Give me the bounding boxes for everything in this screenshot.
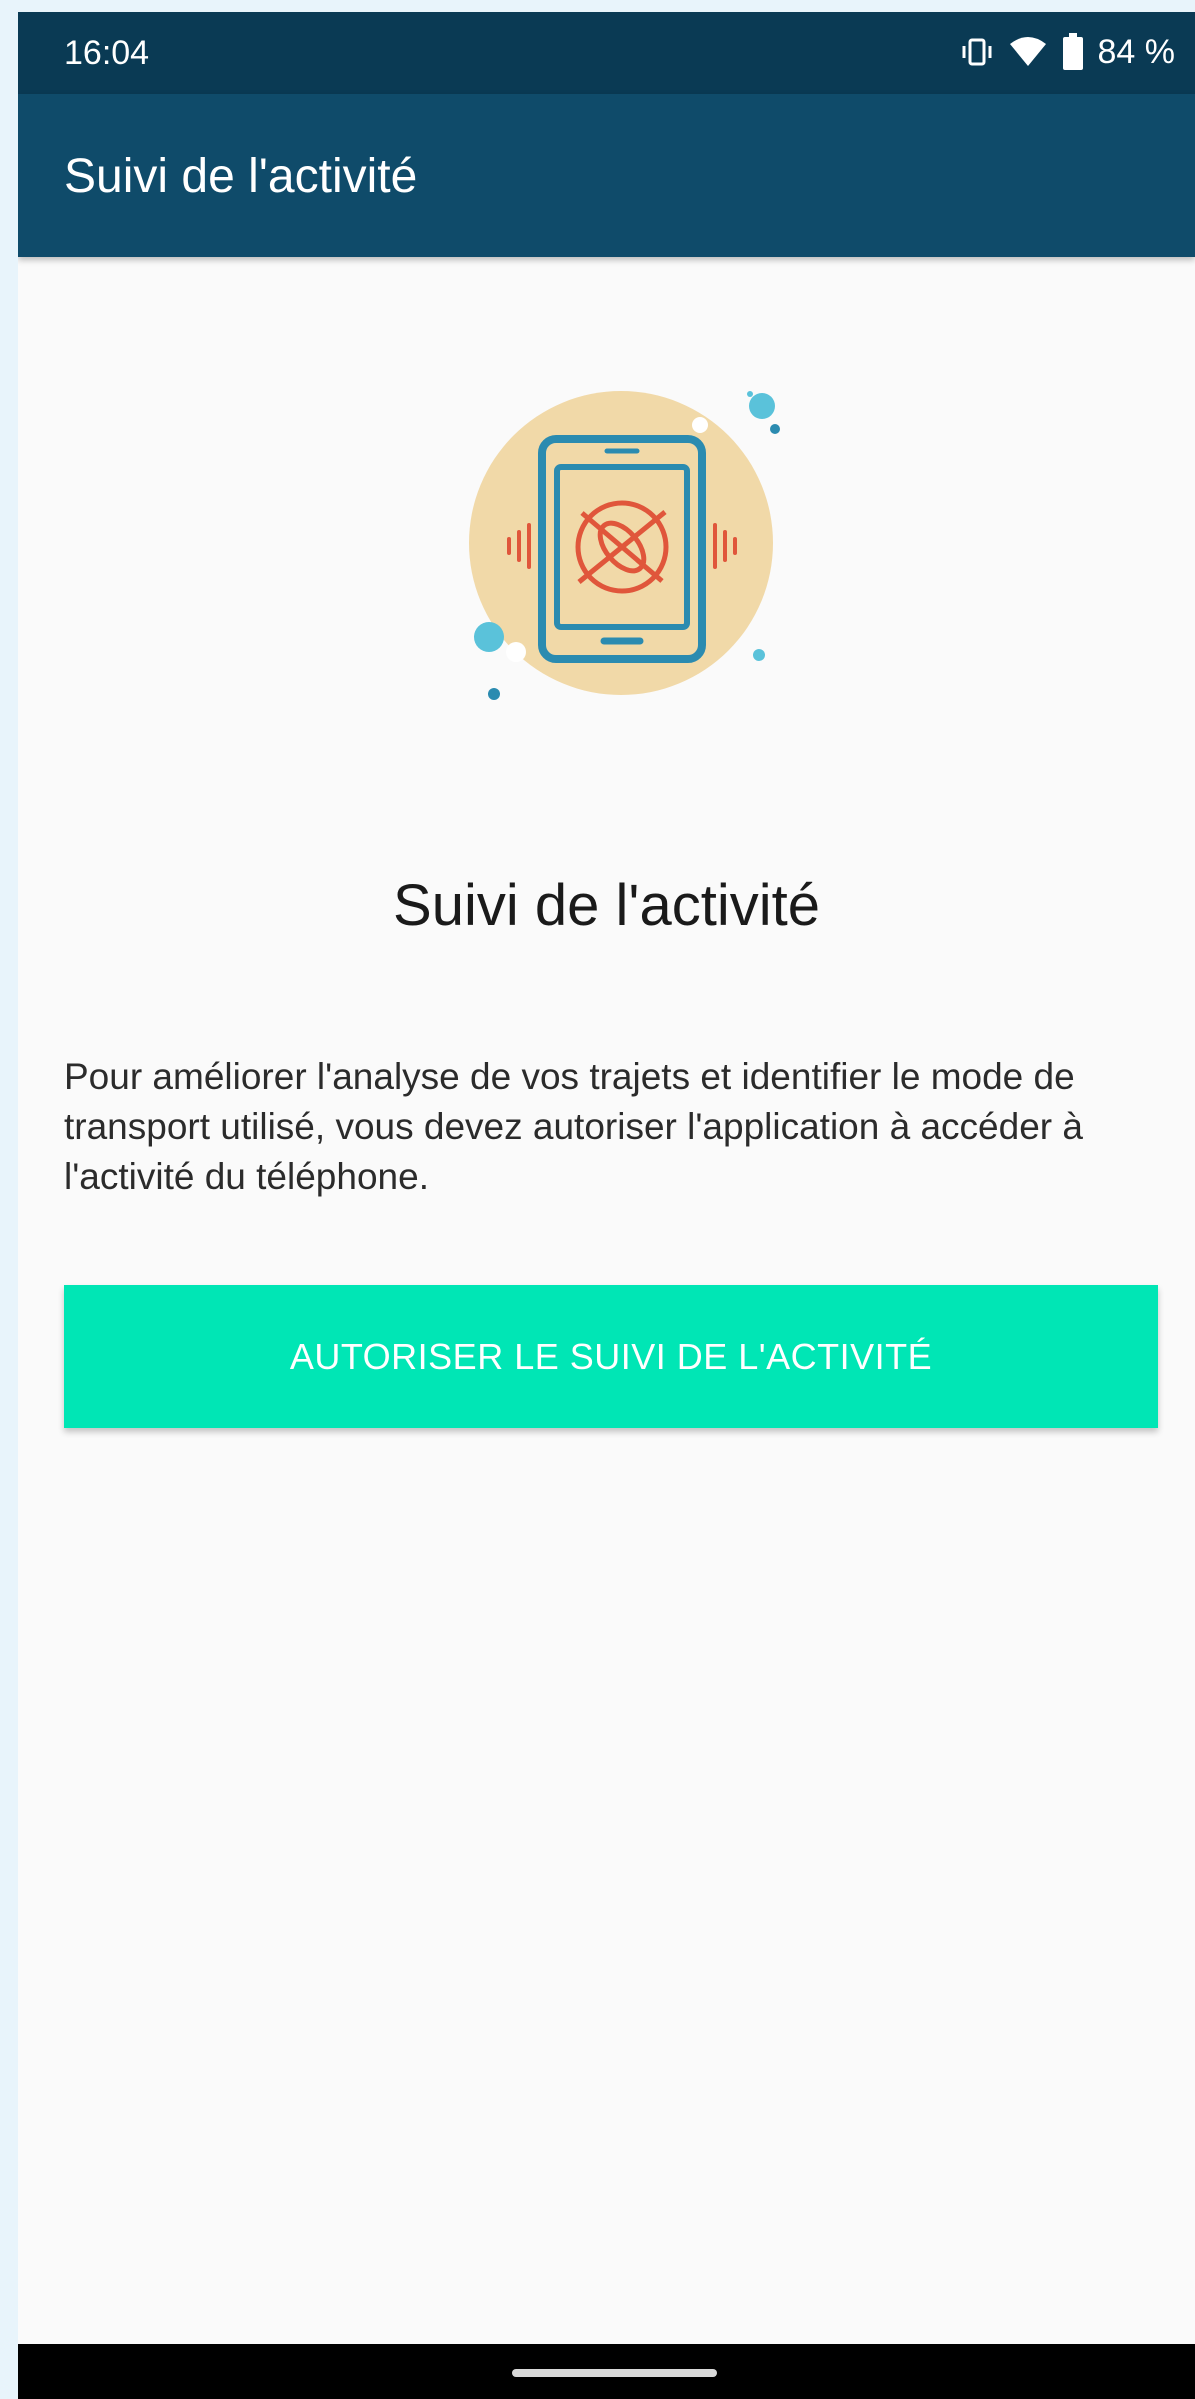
battery-icon [1062, 33, 1084, 71]
battery-percentage: 84 % [1097, 32, 1176, 71]
status-time: 16:04 [64, 34, 150, 72]
app-bar-title: Suivi de l'activité [64, 150, 418, 203]
status-icons: 84 % [960, 30, 1176, 74]
decor-dot [749, 393, 775, 419]
app-screen: 16:04 84 % Suivi de l'activité Suivi de … [18, 12, 1195, 2399]
page-heading: Suivi de l'activité [393, 873, 820, 938]
status-bar: 16:04 84 % [18, 12, 1195, 94]
activity-tracking-illustration [449, 367, 809, 707]
decor-dot [747, 391, 753, 397]
authorize-activity-tracking-button[interactable]: AUTORISER LE SUIVI DE L'ACTIVITÉ [64, 1285, 1158, 1428]
app-bar: Suivi de l'activité [18, 94, 1195, 257]
decor-dot [506, 642, 526, 662]
wifi-icon [1008, 36, 1048, 68]
description-text: Pour améliorer l'analyse de vos trajets … [64, 1056, 1083, 1197]
vibrate-icon [960, 37, 994, 67]
decor-dot [692, 417, 708, 433]
decor-dot [753, 649, 765, 661]
decor-dot [474, 622, 504, 652]
decor-dot [488, 688, 500, 700]
decor-dot [770, 424, 780, 434]
system-navigation-bar [18, 2344, 1195, 2399]
home-gesture-handle[interactable] [512, 2369, 717, 2377]
